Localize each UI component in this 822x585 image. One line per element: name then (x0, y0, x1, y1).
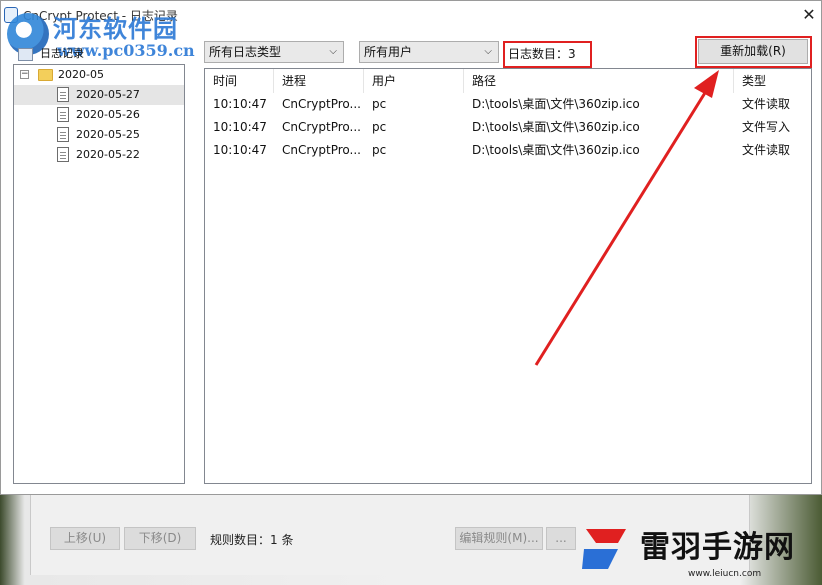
collapse-icon[interactable]: − (20, 70, 29, 79)
date-tree[interactable]: 日志记录 − 2020-05 2020-05-27 2020-05-26 2020-… (13, 47, 185, 484)
tree-folder-label: 2020-05 (58, 68, 104, 81)
rule-count-label: 规则数目：1 条 (210, 533, 294, 547)
table-cell: pc (372, 143, 387, 157)
table-row[interactable]: 10:10:47 CnCryptPro... pc D:\tools\桌面\文件\36… (205, 116, 811, 138)
tree-date-label: 2020-05-26 (76, 108, 140, 121)
log-count-label: 日志数目：3 条 (503, 41, 592, 84)
tree-root-label: 日志记录 (40, 47, 84, 60)
table-cell: 10:10:47 (213, 120, 267, 134)
table-cell: 10:10:47 (213, 143, 267, 157)
table-cell: 10:10:47 (213, 97, 267, 111)
log-file-icon (57, 127, 69, 142)
tree-folder-2020-05[interactable]: − 2020-05 (20, 65, 180, 85)
table-cell: pc (372, 97, 387, 111)
table-row[interactable]: 10:10:47 CnCryptPro... pc D:\tools\桌面\文件\36… (205, 93, 811, 115)
user-dropdown[interactable]: 所有用户 ⌵ (359, 41, 499, 63)
tree-root[interactable]: 日志记录 (18, 44, 178, 64)
tree-date-label: 2020-05-22 (76, 148, 140, 161)
brand-name: 雷羽手游网 (640, 530, 795, 565)
table-cell: 文件读取 (742, 143, 791, 157)
tree-date-item[interactable]: 2020-05-22 (14, 145, 184, 165)
log-file-icon (57, 147, 69, 162)
edit-rule-button[interactable]: 编辑规则(M)... (455, 527, 543, 550)
log-file-icon (57, 87, 69, 102)
close-button[interactable]: ✕ (797, 3, 821, 27)
table-cell: CnCryptPro... (282, 120, 361, 134)
log-root-icon (18, 48, 33, 61)
table-cell: D:\tools\桌面\文件\360zip.ico (472, 143, 640, 157)
brand-url: www.leiucn.com (688, 569, 762, 579)
table-row[interactable]: 10:10:47 CnCryptPro... pc D:\tools\桌面\文件\36… (205, 139, 811, 161)
partial-button[interactable]: ... (546, 527, 576, 550)
user-value: 所有用户 (364, 45, 413, 59)
log-file-icon (57, 107, 69, 122)
table-cell: D:\tools\桌面\文件\360zip.ico (472, 97, 640, 111)
tree-date-label: 2020-05-25 (76, 128, 140, 141)
column-header[interactable]: 用户 (364, 69, 464, 93)
log-type-dropdown[interactable]: 所有日志类型 ⌵ (204, 41, 344, 63)
table-cell: 文件读取 (742, 97, 791, 111)
table-cell: D:\tools\桌面\文件\360zip.ico (472, 120, 640, 134)
chevron-down-icon: ⌵ (484, 46, 492, 57)
tree-date-label: 2020-05-27 (76, 88, 140, 101)
brand-logo (582, 529, 626, 569)
tree-date-item[interactable]: 2020-05-26 (14, 105, 184, 125)
chevron-down-icon: ⌵ (329, 46, 337, 57)
column-header[interactable]: 路径 (464, 69, 734, 93)
folder-icon (38, 69, 53, 81)
tree-date-item[interactable]: 2020-05-25 (14, 125, 184, 145)
reload-button[interactable]: 重新加载(R) (698, 39, 808, 64)
table-cell: CnCryptPro... (282, 143, 361, 157)
table-cell: CnCryptPro... (282, 97, 361, 111)
watermark-site-name: 河东软件园 (53, 15, 178, 43)
table-cell: 文件写入 (742, 120, 791, 134)
column-header[interactable]: 进程 (274, 69, 364, 93)
move-up-button[interactable]: 上移(U) (50, 527, 120, 550)
move-down-button[interactable]: 下移(D) (124, 527, 196, 550)
table-cell: pc (372, 120, 387, 134)
log-table[interactable]: 时间 进程 用户 路径 类型 10:10:47 CnCryptPro... pc D:\too… (204, 68, 812, 484)
column-header[interactable]: 时间 (205, 69, 274, 93)
column-header[interactable]: 类型 (734, 69, 811, 93)
log-type-value: 所有日志类型 (209, 45, 282, 59)
tree-date-item[interactable]: 2020-05-27 (14, 85, 184, 105)
log-dialog: CnCrypt Protect - 日志记录 ✕ 河东软件园 www.pc035… (0, 0, 822, 495)
